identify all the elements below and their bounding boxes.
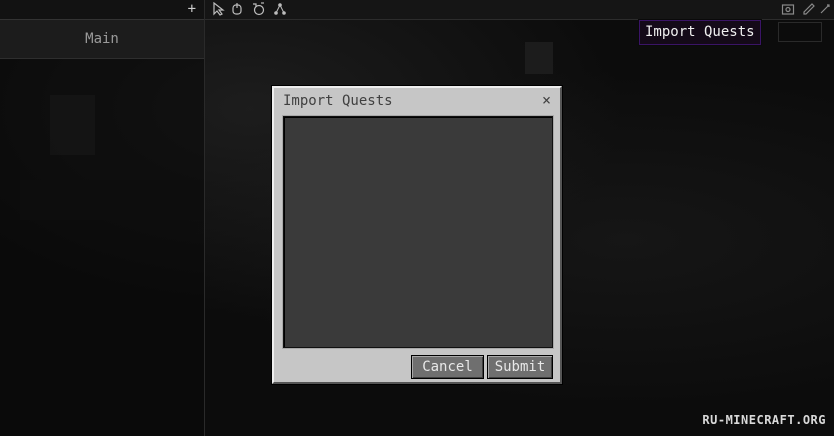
connect-icon[interactable] [273, 2, 287, 16]
chapter-panel: + Main [0, 0, 205, 436]
cursor-icon[interactable] [212, 2, 226, 16]
chapter-panel-header: + [0, 0, 204, 20]
chapter-tab-label: Main [85, 31, 119, 47]
world-background [525, 42, 553, 74]
cancel-button[interactable]: Cancel [411, 355, 484, 379]
chapter-tab-main[interactable]: Main [0, 20, 204, 59]
dialog-title: Import Quests [283, 93, 393, 109]
hand-icon[interactable] [230, 2, 244, 16]
edit-icon[interactable] [802, 2, 816, 16]
screenshot-icon[interactable] [781, 2, 795, 16]
import-text-area[interactable] [282, 115, 554, 349]
quest-toolbar [205, 0, 834, 20]
rotate-icon[interactable] [252, 2, 266, 16]
add-chapter-icon[interactable]: + [188, 1, 196, 17]
tooltip: Import Quests [638, 19, 762, 46]
close-icon[interactable]: × [542, 91, 551, 109]
game-screen: + Main Import Quests Import Quests × Can… [0, 0, 834, 436]
submit-button[interactable]: Submit [487, 355, 553, 379]
settings-icon[interactable] [818, 2, 832, 16]
toolbar-panel-outline [778, 22, 822, 42]
watermark: RU-MINECRAFT.ORG [702, 413, 826, 427]
import-quests-dialog: Import Quests × Cancel Submit [272, 86, 562, 384]
